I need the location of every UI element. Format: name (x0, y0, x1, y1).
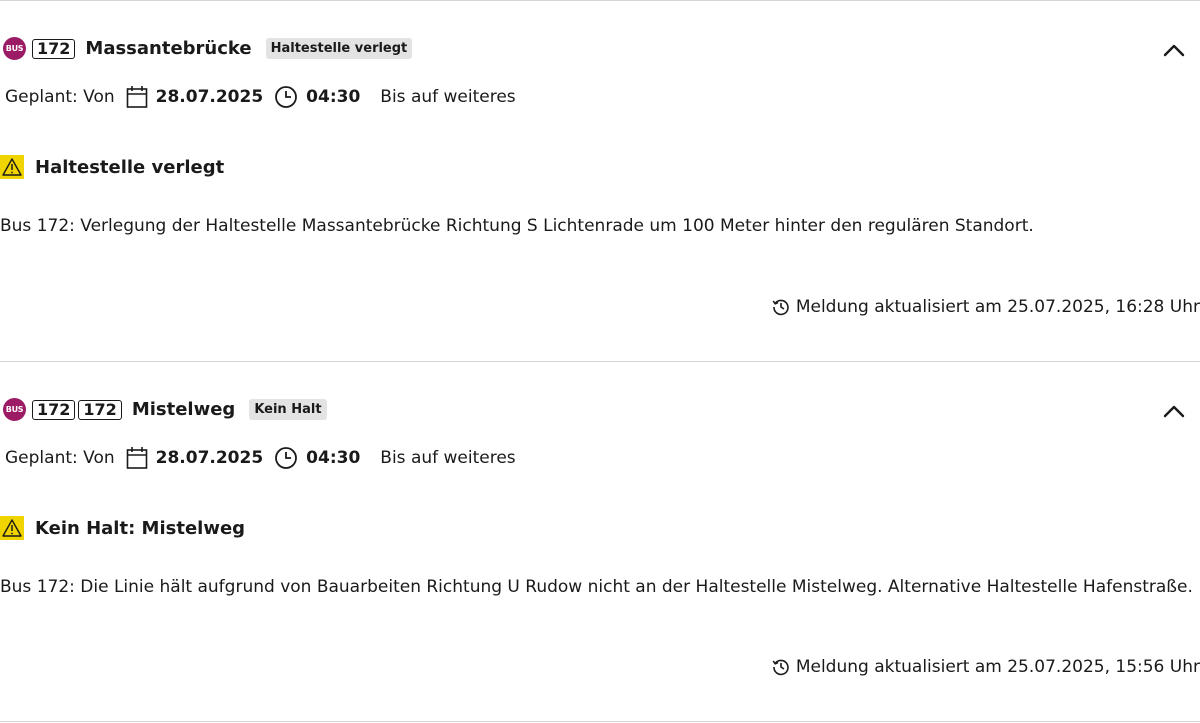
planned-label: Geplant: Von (5, 87, 115, 107)
update-info: Meldung aktualisiert am 25.07.2025, 15:5… (772, 657, 1200, 677)
disruption-card: BUS 172 Massantebrücke Haltestelle verle… (0, 0, 1200, 361)
stop-name: Massantebrücke (85, 38, 252, 59)
start-time: 04:30 (306, 448, 361, 468)
chevron-up-icon[interactable] (1162, 400, 1186, 424)
end-text: Bis auf weiteres (380, 448, 516, 468)
warning-icon (0, 155, 24, 179)
line-badge: 172 (78, 399, 122, 420)
disruption-description: Bus 172: Verlegung der Haltestelle Massa… (0, 216, 1034, 236)
disruption-title: Haltestelle verlegt (35, 156, 225, 178)
status-badge: Kein Halt (249, 399, 327, 420)
disruption-card: BUS 172 172 Mistelweg Kein Halt Geplant:… (0, 361, 1200, 722)
planned-label: Geplant: Von (5, 448, 115, 468)
status-badge: Haltestelle verlegt (265, 38, 413, 59)
bottom-divider (0, 721, 1200, 722)
card-header: BUS 172 Massantebrücke Haltestelle verle… (0, 37, 413, 60)
disruption-description: Bus 172: Die Linie hält aufgrund von Bau… (0, 577, 1193, 597)
history-icon (772, 298, 790, 316)
disruption-title: Kein Halt: Mistelweg (35, 517, 246, 539)
history-icon (772, 658, 790, 676)
disruption-title-row: Haltestelle verlegt (0, 155, 224, 179)
start-time: 04:30 (306, 87, 361, 107)
line-badge: 172 (32, 38, 76, 59)
line-badge: 172 (32, 399, 76, 420)
update-info: Meldung aktualisiert am 25.07.2025, 16:2… (772, 297, 1200, 317)
disruption-title-row: Kein Halt: Mistelweg (0, 516, 245, 540)
card-header: BUS 172 172 Mistelweg Kein Halt (0, 398, 327, 421)
chevron-up-icon[interactable] (1162, 39, 1186, 63)
clock-icon (274, 85, 298, 109)
start-date: 28.07.2025 (155, 87, 264, 107)
stop-name: Mistelweg (131, 399, 236, 420)
bus-icon: BUS (3, 398, 26, 421)
bus-icon: BUS (3, 37, 26, 60)
start-date: 28.07.2025 (155, 448, 264, 468)
calendar-icon (126, 446, 148, 470)
update-text: Meldung aktualisiert am 25.07.2025, 15:5… (795, 657, 1200, 677)
schedule-row: Geplant: Von 28.07.2025 04:30 Bis auf we… (0, 83, 516, 111)
end-text: Bis auf weiteres (380, 87, 516, 107)
schedule-row: Geplant: Von 28.07.2025 04:30 Bis auf we… (0, 444, 516, 472)
calendar-icon (126, 85, 148, 109)
warning-icon (0, 516, 24, 540)
clock-icon (274, 446, 298, 470)
update-text: Meldung aktualisiert am 25.07.2025, 16:2… (795, 297, 1200, 317)
